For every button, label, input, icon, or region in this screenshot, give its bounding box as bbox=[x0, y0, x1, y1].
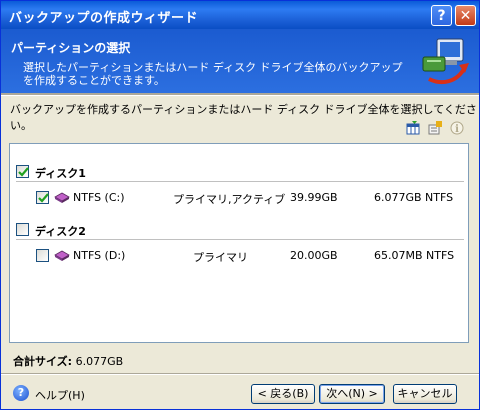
help-label[interactable]: ヘルプ(H) bbox=[35, 387, 85, 403]
partition-used: 65.07MB NTFS bbox=[374, 249, 455, 262]
checkmark-icon bbox=[18, 167, 29, 177]
help-icon: ? bbox=[13, 385, 29, 401]
page-title: パーティションの選択 bbox=[11, 41, 131, 55]
cancel-button[interactable]: キャンセル bbox=[393, 384, 457, 404]
partition-type: プライマリ bbox=[193, 251, 248, 264]
backup-computer-icon bbox=[422, 38, 469, 85]
svg-text:i: i bbox=[455, 124, 459, 135]
checkmark-icon bbox=[38, 193, 49, 203]
close-button[interactable]: ✕ bbox=[455, 5, 476, 26]
disk2-checkbox[interactable] bbox=[16, 223, 29, 236]
partition-c-checkbox[interactable] bbox=[36, 191, 49, 204]
divider bbox=[16, 181, 464, 182]
back-button[interactable]: < 戻る(B) bbox=[251, 384, 315, 404]
partition-drive-icon bbox=[54, 192, 70, 203]
page-description: 選択したパーティションまたはハード ディスク ドライブ全体のバックアップを作成す… bbox=[23, 61, 403, 87]
partition-used: 6.077GB NTFS bbox=[374, 191, 454, 204]
partition-type: プライマリ,アクティブ bbox=[173, 193, 286, 206]
partition-size: 20.00GB bbox=[290, 249, 338, 262]
columns-icon[interactable] bbox=[406, 121, 420, 135]
help-title-button[interactable]: ? bbox=[431, 5, 452, 26]
title-bar: バックアップの作成ウィザード ? ✕ bbox=[1, 1, 479, 29]
disk2-label: ディスク2 bbox=[35, 225, 86, 238]
divider bbox=[16, 239, 464, 240]
total-size-value: 6.077GB bbox=[75, 355, 124, 368]
properties-icon[interactable] bbox=[428, 121, 442, 135]
partition-d-checkbox[interactable] bbox=[36, 249, 49, 262]
next-button[interactable]: 次へ(N) > bbox=[319, 384, 385, 404]
disk1-checkbox[interactable] bbox=[16, 165, 29, 178]
header-separator bbox=[1, 93, 479, 96]
partition-drive-icon bbox=[54, 250, 70, 261]
info-icon[interactable]: i bbox=[450, 121, 464, 135]
partition-name: NTFS (C:) bbox=[73, 191, 125, 204]
total-size: 合計サイズ: 6.077GB bbox=[13, 353, 123, 369]
partition-list[interactable]: ディスク1 NTFS (C:) プライマリ,アクティブ 39.99GB 6.07… bbox=[9, 143, 469, 343]
footer-separator bbox=[1, 373, 479, 375]
wizard-header: パーティションの選択 選択したパーティションまたはハード ディスク ドライブ全体… bbox=[1, 29, 479, 93]
wizard-window: バックアップの作成ウィザード ? ✕ パーティションの選択 選択したパーティショ… bbox=[0, 0, 480, 410]
window-title: バックアップの作成ウィザード bbox=[9, 11, 199, 26]
partition-name: NTFS (D:) bbox=[73, 249, 126, 262]
disk1-label: ディスク1 bbox=[35, 167, 86, 180]
partition-size: 39.99GB bbox=[290, 191, 338, 204]
total-size-label: 合計サイズ: bbox=[13, 355, 73, 368]
